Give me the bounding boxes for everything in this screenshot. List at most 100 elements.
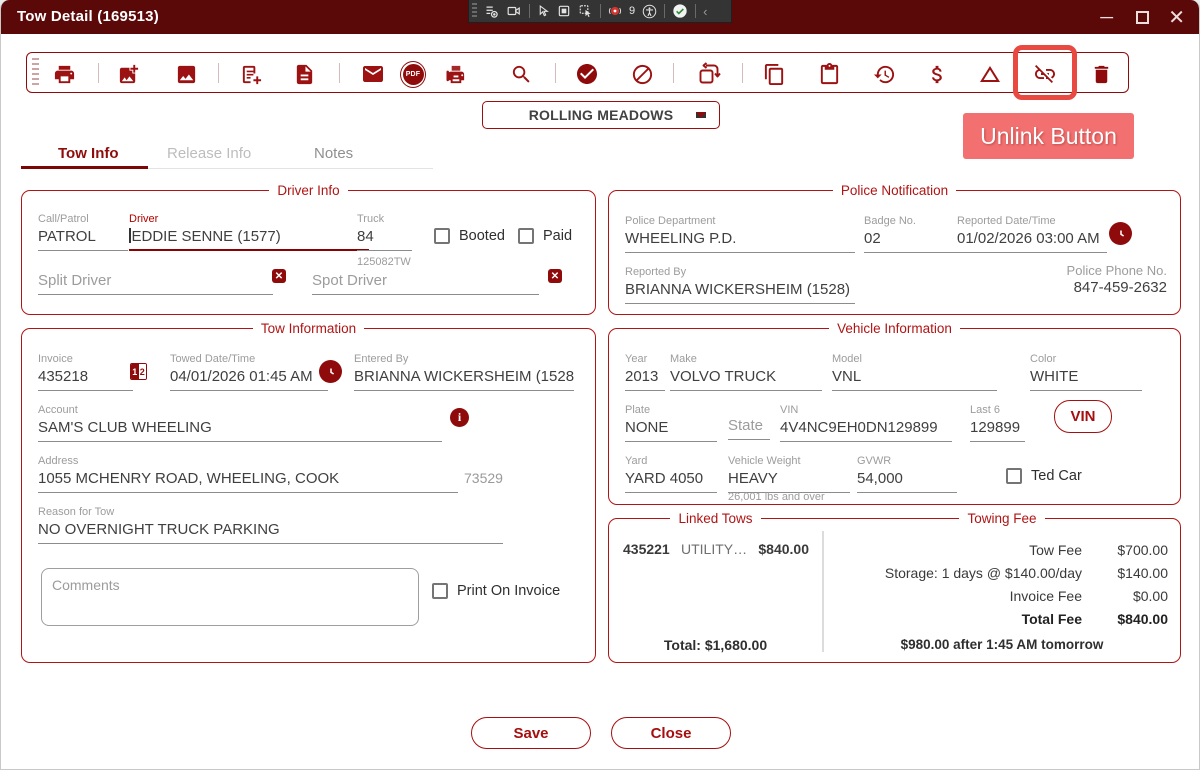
last6-field[interactable]: Last 6 129899: [970, 404, 1025, 442]
badge-no-field[interactable]: Badge No. 02: [864, 215, 959, 253]
address-field[interactable]: Address 1055 MCHENRY ROAD, WHEELING, COO…: [38, 455, 458, 493]
police-phone-field: Police Phone No. 847-459-2632: [1004, 264, 1167, 301]
toolbar: PDF: [26, 52, 1129, 93]
call-patrol-field[interactable]: Call/Patrol PATROL: [38, 213, 128, 251]
checkbox-box[interactable]: [1006, 468, 1022, 484]
entered-by-field[interactable]: Entered By BRIANNA WICKERSHEIM (1528): [354, 353, 574, 391]
vehicle-weight-field[interactable]: Vehicle Weight HEAVY: [728, 455, 850, 493]
invoice-date-picker-icon[interactable]: 12: [130, 363, 147, 380]
capture-collapse-chevron[interactable]: ‹: [703, 0, 707, 23]
toolbar-divider: [339, 63, 340, 83]
tab-release-info[interactable]: Release Info: [167, 145, 251, 162]
reason-for-tow-field[interactable]: Reason for Tow NO OVERNIGHT TRUCK PARKIN…: [38, 506, 503, 544]
add-note-icon[interactable]: [238, 61, 264, 87]
print-on-invoice-checkbox[interactable]: Print On Invoice: [432, 583, 560, 599]
delete-trash-icon[interactable]: [1088, 61, 1114, 87]
void-block-icon[interactable]: [629, 61, 655, 87]
model-field[interactable]: Model VNL: [832, 353, 997, 391]
chevron-down-icon: [696, 112, 706, 118]
warning-triangle-icon[interactable]: [977, 61, 1003, 87]
capture-separator: [695, 4, 696, 18]
color-field[interactable]: Color WHITE: [1030, 353, 1142, 391]
clear-split-driver-button[interactable]: ✕: [272, 269, 286, 283]
plate-field[interactable]: Plate NONE: [625, 404, 717, 442]
unlink-icon[interactable]: [1032, 61, 1058, 87]
print-icon[interactable]: [51, 61, 77, 87]
capture-record-badge-icon[interactable]: [608, 4, 622, 18]
email-icon[interactable]: [360, 61, 386, 87]
capture-accessibility-icon[interactable]: [642, 4, 657, 19]
account-info-icon[interactable]: i: [450, 408, 469, 427]
toolbar-divider: [555, 63, 556, 83]
comments-input[interactable]: [41, 568, 419, 626]
linked-tow-invoice[interactable]: 435221: [623, 541, 670, 557]
towed-datetime-field[interactable]: Towed Date/Time 04/01/2026 01:45 AM: [170, 353, 328, 391]
checkbox-box[interactable]: [434, 228, 450, 244]
document-icon[interactable]: [291, 61, 317, 87]
yard-dropdown-value: ROLLING MEADOWS: [483, 107, 719, 123]
clear-spot-driver-button[interactable]: ✕: [548, 269, 562, 283]
fee-row-total: Total Fee $840.00: [1022, 611, 1168, 627]
minimize-button[interactable]: ─: [1100, 0, 1113, 34]
tab-tow-info[interactable]: Tow Info: [58, 145, 119, 162]
fax-icon[interactable]: [442, 61, 468, 87]
capture-camera-icon[interactable]: [506, 4, 522, 18]
gvwr-field[interactable]: GVWR 54,000: [857, 455, 957, 493]
copy-icon[interactable]: [761, 61, 787, 87]
split-driver-field[interactable]: Split Driver: [38, 272, 273, 295]
vin-button[interactable]: VIN: [1054, 400, 1112, 433]
photo-icon[interactable]: [173, 61, 199, 87]
driver-field[interactable]: Driver EDDIE SENNE (1577): [129, 213, 369, 251]
paid-checkbox[interactable]: Paid: [518, 228, 572, 244]
ted-car-checkbox[interactable]: Ted Car: [1006, 468, 1082, 484]
checkbox-box[interactable]: [432, 583, 448, 599]
truck-field[interactable]: Truck 84: [357, 213, 412, 251]
year-field[interactable]: Year 2013: [625, 353, 665, 391]
capture-check-icon[interactable]: [672, 3, 688, 19]
approve-check-icon[interactable]: [574, 61, 600, 87]
state-field[interactable]: State: [728, 417, 770, 440]
checkbox-box[interactable]: [518, 228, 534, 244]
linked-tows-title: Linked Tows: [670, 511, 760, 526]
vin-field[interactable]: VIN 4V4NC9EH0DN129899: [780, 404, 952, 442]
maximize-button[interactable]: [1136, 0, 1149, 34]
linked-tow-row[interactable]: 435221 UTILITY… $840.00: [623, 541, 809, 557]
pdf-label: PDF: [403, 64, 424, 85]
fee-row: Invoice Fee $0.00: [1010, 588, 1168, 604]
reported-by-field[interactable]: Reported By BRIANNA WICKERSHEIM (1528): [625, 266, 855, 304]
add-photo-icon[interactable]: [115, 61, 141, 87]
spot-driver-field[interactable]: Spot Driver: [312, 272, 539, 295]
police-department-field[interactable]: Police Department WHEELING P.D.: [625, 215, 855, 253]
towed-time-clock-icon[interactable]: [319, 360, 342, 383]
capture-cursor-icon[interactable]: [537, 4, 550, 18]
storage-rollover-note: $980.00 after 1:45 AM tomorrow: [822, 637, 1182, 652]
invoice-field[interactable]: Invoice 435218: [38, 353, 133, 391]
capture-drag-handle[interactable]: [472, 3, 477, 19]
capture-steps-icon[interactable]: [484, 4, 499, 19]
transfer-icon[interactable]: [696, 61, 722, 87]
reported-datetime-field[interactable]: Reported Date/Time 01/02/2026 03:00 AM: [957, 215, 1107, 253]
capture-stop-icon[interactable]: [557, 4, 571, 18]
toolbar-drag-handle[interactable]: [32, 58, 39, 88]
driver-info-title: Driver Info: [269, 183, 347, 198]
close-window-button[interactable]: ✕: [1168, 0, 1185, 34]
driver-info-panel: Driver Info Call/Patrol PATROL Driver ED…: [21, 190, 596, 315]
booted-checkbox[interactable]: Booted: [434, 228, 505, 244]
reported-time-clock-icon[interactable]: [1109, 222, 1132, 245]
charges-dollar-icon[interactable]: [924, 61, 950, 87]
save-button[interactable]: Save: [471, 717, 591, 749]
weight-note: 26,001 lbs and over: [728, 491, 825, 503]
close-button[interactable]: Close: [611, 717, 731, 749]
pdf-icon[interactable]: PDF: [400, 61, 426, 87]
window-title: Tow Detail (169513): [17, 0, 159, 34]
history-icon[interactable]: [871, 61, 897, 87]
yard-field[interactable]: Yard YARD 4050: [625, 455, 717, 493]
paste-clipboard-icon[interactable]: [816, 61, 842, 87]
search-icon[interactable]: [508, 61, 534, 87]
account-field[interactable]: Account SAM'S CLUB WHEELING: [38, 404, 442, 442]
yard-dropdown[interactable]: ROLLING MEADOWS: [482, 101, 720, 129]
tab-notes[interactable]: Notes: [314, 145, 353, 162]
tow-information-title: Tow Information: [253, 321, 364, 336]
capture-cursor-box-icon[interactable]: [578, 4, 593, 18]
make-field[interactable]: Make VOLVO TRUCK: [670, 353, 822, 391]
